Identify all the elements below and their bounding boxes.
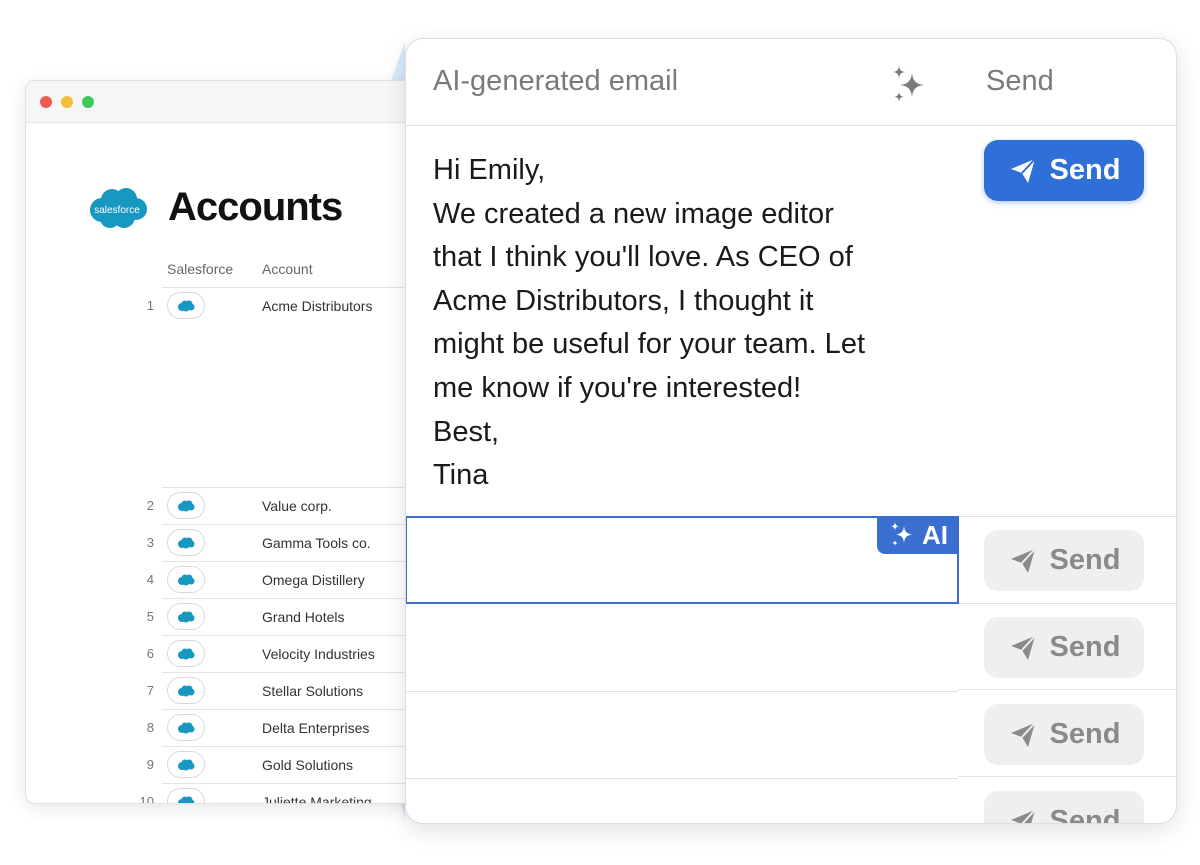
salesforce-cloud-icon	[178, 300, 195, 311]
account-name[interactable]: Grand Hotels	[262, 609, 344, 625]
column-header-send: Send	[986, 65, 1054, 97]
sparkle-icon[interactable]	[890, 63, 934, 107]
row-divider	[958, 603, 1176, 604]
salesforce-link-pill[interactable]	[167, 788, 205, 803]
salesforce-link-pill[interactable]	[167, 640, 205, 667]
window-titlebar	[26, 81, 424, 123]
send-button-disabled[interactable]: Send	[984, 617, 1144, 678]
salesforce-cloud-icon	[178, 722, 195, 733]
table-row[interactable]: 2 Value corp.	[26, 487, 424, 524]
salesforce-link-pill[interactable]	[167, 751, 205, 778]
salesforce-link-pill[interactable]	[167, 566, 205, 593]
send-button-disabled[interactable]: Send	[984, 530, 1144, 591]
page-title: Accounts	[168, 185, 343, 229]
paper-plane-icon	[1010, 721, 1036, 747]
row-number: 4	[146, 572, 154, 587]
paper-plane-icon	[1010, 808, 1036, 823]
salesforce-cloud-icon	[178, 611, 195, 622]
row-number: 3	[146, 535, 154, 550]
salesforce-cloud-icon	[178, 759, 195, 770]
table-row[interactable]: 3 Gamma Tools co.	[26, 524, 424, 561]
send-button-label: Send	[1049, 805, 1121, 824]
paper-plane-icon	[1010, 157, 1036, 183]
salesforce-cloud-icon	[178, 685, 195, 696]
account-name[interactable]: Juliette Marketing	[262, 794, 372, 803]
account-name[interactable]: Velocity Industries	[262, 646, 375, 662]
account-name[interactable]: Acme Distributors	[262, 298, 372, 314]
row-number: 8	[146, 720, 154, 735]
minimize-window-button[interactable]	[61, 95, 73, 108]
send-button[interactable]: Send	[984, 140, 1144, 201]
row-number: 10	[139, 794, 154, 804]
table-row[interactable]: 10 Juliette Marketing	[26, 783, 424, 804]
salesforce-cloud-icon	[178, 648, 195, 659]
table-row[interactable]: 8 Delta Enterprises	[26, 709, 424, 746]
row-number: 2	[146, 498, 154, 513]
row-divider	[406, 691, 958, 692]
send-button-disabled[interactable]: Send	[984, 704, 1144, 765]
panel-header: AI-generated email Send	[406, 39, 1176, 126]
table-row[interactable]: 6 Velocity Industries	[26, 635, 424, 672]
row-number: 9	[146, 757, 154, 772]
salesforce-logo: salesforce	[90, 188, 147, 228]
sparkle-icon	[891, 522, 912, 546]
send-button-label: Send	[1049, 154, 1121, 186]
salesforce-link-pill[interactable]	[167, 529, 205, 556]
ai-email-cell-selected[interactable]: AI	[406, 516, 959, 604]
account-name[interactable]: Delta Enterprises	[262, 720, 369, 736]
maximize-window-button[interactable]	[82, 95, 94, 108]
row-divider	[958, 689, 1176, 690]
account-name[interactable]: Value corp.	[262, 498, 332, 514]
salesforce-link-pill[interactable]	[167, 603, 205, 630]
logo-text: salesforce	[94, 205, 140, 216]
table-row[interactable]: 5 Grand Hotels	[26, 598, 424, 635]
ai-email-panel: AI-generated email Send Hi Emily, We cre…	[405, 38, 1177, 824]
salesforce-cloud-icon	[178, 574, 195, 585]
account-name[interactable]: Gold Solutions	[262, 757, 353, 773]
generated-email-text[interactable]: Hi Emily, We created a new image editor …	[433, 149, 953, 498]
salesforce-cloud-icon	[178, 500, 195, 511]
paper-plane-icon	[1010, 547, 1036, 573]
row-number: 5	[146, 609, 154, 624]
row-number: 6	[146, 646, 154, 661]
row-divider	[406, 778, 958, 779]
column-header-ai-email: AI-generated email	[433, 65, 679, 97]
table-row[interactable]: 1 Acme Distributors	[26, 287, 424, 324]
table-row[interactable]: 9 Gold Solutions	[26, 746, 424, 783]
account-name[interactable]: Omega Distillery	[262, 572, 365, 588]
ai-badge[interactable]: AI	[877, 516, 959, 554]
table-row[interactable]: 4 Omega Distillery	[26, 561, 424, 598]
row-number: 1	[146, 298, 154, 313]
salesforce-link-pill[interactable]	[167, 292, 205, 319]
row-divider	[958, 776, 1176, 777]
close-window-button[interactable]	[40, 95, 52, 108]
account-name[interactable]: Stellar Solutions	[262, 683, 363, 699]
salesforce-cloud-icon	[178, 796, 195, 803]
send-button-label: Send	[1049, 718, 1121, 750]
salesforce-link-pill[interactable]	[167, 492, 205, 519]
column-header-salesforce[interactable]: Salesforce	[167, 261, 233, 277]
salesforce-link-pill[interactable]	[167, 677, 205, 704]
send-button-label: Send	[1049, 631, 1121, 663]
send-button-label: Send	[1049, 544, 1121, 576]
row-number: 7	[146, 683, 154, 698]
table-row[interactable]: 7 Stellar Solutions	[26, 672, 424, 709]
paper-plane-icon	[1010, 634, 1036, 660]
salesforce-cloud-icon	[178, 537, 195, 548]
ai-badge-label: AI	[922, 519, 948, 550]
accounts-window: salesforce Accounts Salesforce Account 1…	[25, 80, 425, 804]
send-button-disabled[interactable]: Send	[984, 791, 1144, 824]
salesforce-link-pill[interactable]	[167, 714, 205, 741]
column-header-account[interactable]: Account	[262, 261, 313, 277]
account-name[interactable]: Gamma Tools co.	[262, 535, 371, 551]
